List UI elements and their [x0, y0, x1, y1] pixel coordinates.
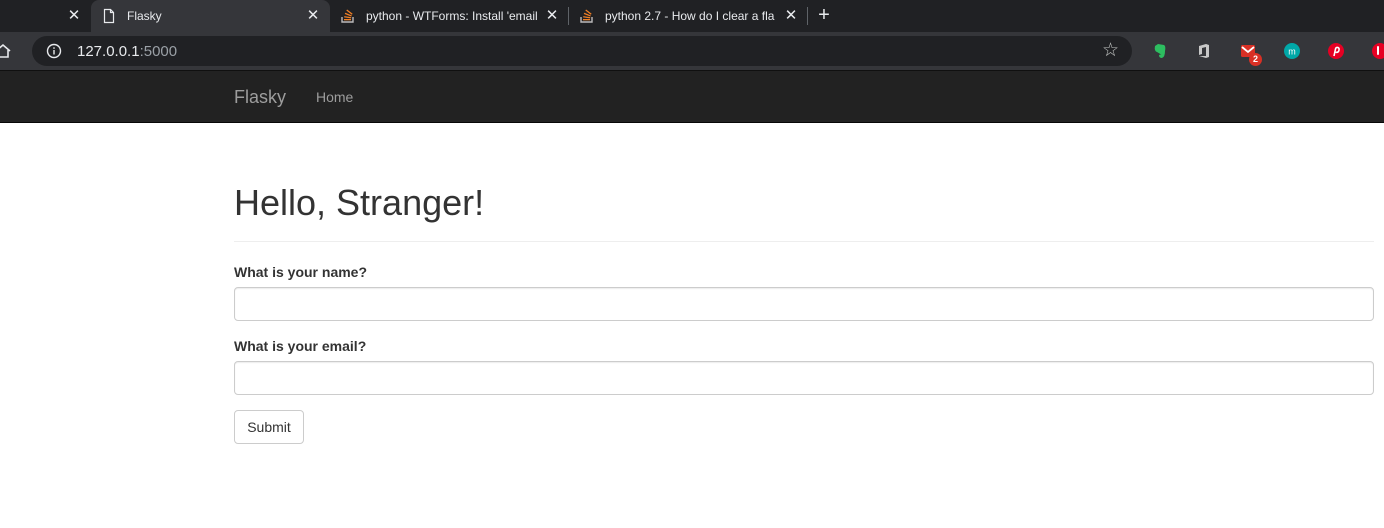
close-tab-icon[interactable]: ✕ [783, 8, 799, 24]
tab-separator [807, 7, 808, 25]
name-label: What is your name? [234, 264, 368, 280]
stackoverflow-icon [580, 9, 593, 23]
url-host: 127.0.0.1 [77, 43, 140, 60]
tab-wtforms[interactable]: python - WTForms: Install 'email ✕ [330, 0, 568, 32]
evernote-icon[interactable] [1151, 42, 1169, 60]
pinterest-icon[interactable] [1327, 42, 1345, 60]
page-title: Hello, Stranger! [234, 182, 485, 223]
tab-title: python - WTForms: Install 'email [366, 9, 538, 23]
url-port: :5000 [139, 43, 178, 60]
bookmark-star-icon[interactable]: ☆ [1102, 40, 1119, 62]
submit-button[interactable]: Submit [234, 410, 304, 444]
close-tab-icon[interactable]: ✕ [66, 8, 82, 24]
info-icon[interactable] [46, 43, 62, 59]
name-input[interactable] [234, 287, 1374, 321]
tab-flasky[interactable]: Flasky ✕ [91, 0, 330, 32]
extension-red-icon[interactable] [1371, 42, 1384, 60]
browser-tabstrip: ✕ Flasky ✕ python - WTForms: Install 'em… [0, 0, 1384, 32]
browser-toolbar: 127.0.0.1:5000 ☆ 2 m [0, 32, 1384, 70]
email-label: What is your email? [234, 338, 367, 354]
close-tab-icon[interactable]: ✕ [544, 8, 560, 24]
tab-title: Flasky [127, 9, 162, 23]
tab-clear-flash[interactable]: python 2.7 - How do I clear a fla ✕ [569, 0, 807, 32]
page-icon [103, 8, 115, 24]
tab-title: python 2.7 - How do I clear a fla [605, 9, 775, 23]
home-icon[interactable] [0, 42, 12, 60]
close-tab-icon[interactable]: ✕ [305, 8, 321, 24]
email-input[interactable] [234, 361, 1374, 395]
stackoverflow-icon [341, 9, 354, 23]
svg-text:m: m [1288, 47, 1296, 57]
address-bar[interactable]: 127.0.0.1:5000 ☆ [32, 36, 1132, 66]
navbar-brand[interactable]: Flasky [234, 87, 286, 108]
site-navbar: Flasky Home [0, 70, 1384, 123]
notification-badge: 2 [1249, 53, 1262, 66]
new-tab-button[interactable]: + [814, 5, 834, 26]
url-text[interactable]: 127.0.0.1:5000 [77, 43, 177, 60]
page-header: Hello, Stranger! [234, 180, 1374, 242]
office-icon[interactable] [1195, 42, 1213, 60]
nav-link-home[interactable]: Home [316, 89, 353, 105]
mention-icon[interactable]: m [1283, 42, 1301, 60]
